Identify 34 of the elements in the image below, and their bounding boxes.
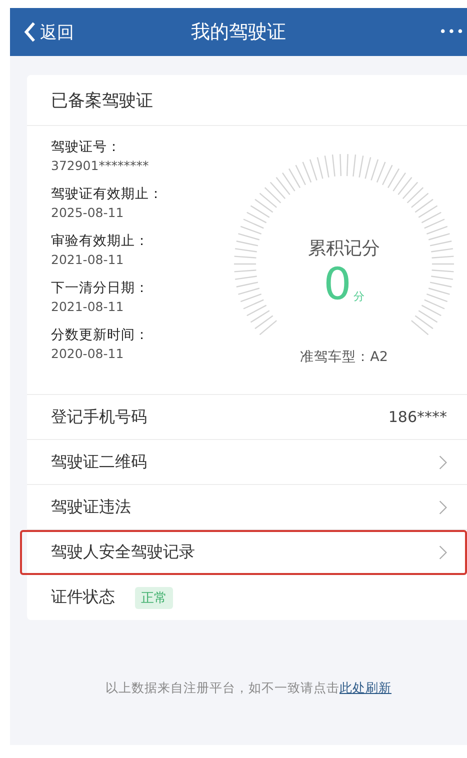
chevron-icon (439, 544, 447, 560)
field-label: 驾驶证号： (51, 138, 122, 157)
chevron-icon (439, 500, 447, 514)
back-icon (24, 22, 35, 42)
row-label: 驾驶证二维码 (51, 452, 147, 472)
list-row[interactable]: 驾驶证二维码 (27, 440, 467, 485)
field-value: 2020-08-11 (51, 345, 125, 363)
card-title: 已备案驾驶证 (27, 75, 467, 126)
refresh-link[interactable]: 此处刷新 (340, 680, 392, 695)
field-label: 审验有效期止： (51, 232, 150, 251)
field-label: 下一清分日期： (51, 279, 150, 298)
page-title: 我的驾驶证 (191, 20, 286, 45)
row-label: 登记手机号码 (51, 406, 147, 428)
more-button[interactable]: ••• (438, 24, 467, 40)
highlighted-row[interactable]: 驾驶人安全驾驶记录 (20, 530, 467, 575)
score-unit: 分 (354, 289, 364, 304)
field-label: 分数更新时间： (51, 326, 150, 345)
row-label: 证件状态 (51, 587, 115, 608)
footer-note: 以上数据来自注册平台，如不一致请点击此处刷新 (104, 680, 392, 697)
status-badge: 正常 (135, 586, 173, 608)
chevron-icon (439, 454, 447, 470)
field-value: 2021-08-11 (51, 251, 125, 269)
row-value: 186**** (388, 408, 447, 426)
vehicle-class: 准驾车型：A2 (299, 348, 389, 366)
score-value: 0 (324, 262, 352, 308)
field-label: 驾驶证有效期止： (51, 185, 164, 204)
row-label: 驾驶人安全驾驶记录 (51, 542, 195, 562)
field-value: 2021-08-11 (51, 298, 125, 316)
field-value: 2025-08-11 (51, 204, 125, 222)
score-title: 累积记分 (308, 237, 380, 260)
field-value: 372901******** (51, 157, 150, 175)
back-button[interactable]: 返回 (24, 20, 74, 44)
row-label: 驾驶证违法 (51, 496, 131, 518)
list-row[interactable]: 驾驶证违法 (27, 485, 467, 530)
